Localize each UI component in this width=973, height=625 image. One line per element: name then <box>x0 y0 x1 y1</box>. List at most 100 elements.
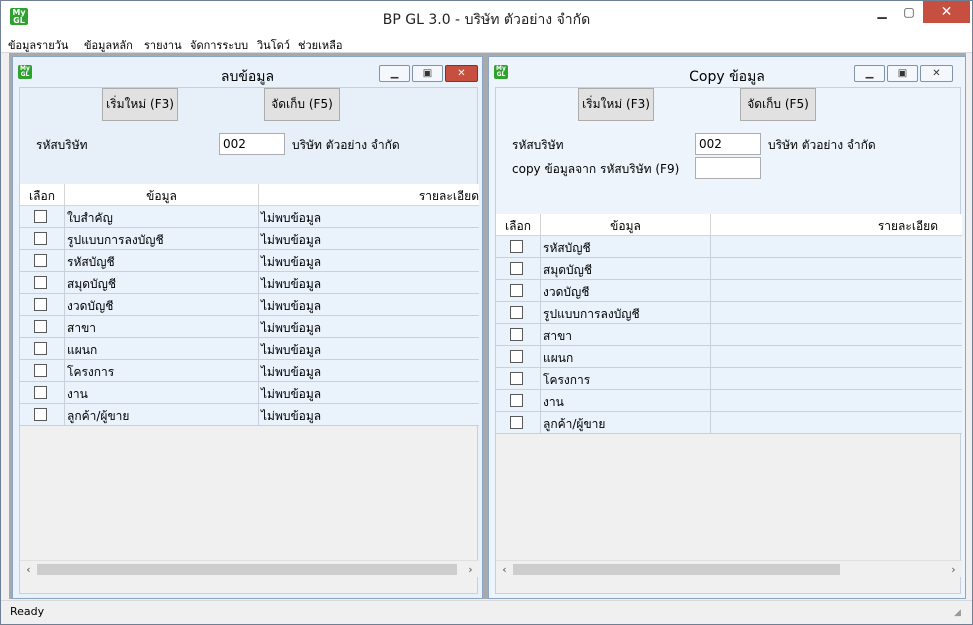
table-row[interactable]: งวดบัญชี <box>496 280 962 302</box>
table-row[interactable]: ใบสำคัญ ไม่พบข้อมูล <box>20 206 479 228</box>
menu-help[interactable]: ช่วยเหลือ <box>298 36 342 54</box>
row-checkbox[interactable] <box>510 394 523 407</box>
window-title: BP GL 3.0 - บริษัท ตัวอย่าง จำกัด <box>382 12 591 28</box>
child-minimize-button[interactable]: ▁ <box>854 65 885 82</box>
row-checkbox[interactable] <box>34 342 47 355</box>
table-row[interactable]: รหัสบัญชี <box>496 236 962 258</box>
scroll-thumb[interactable] <box>513 564 840 575</box>
minimize-icon: ▁ <box>877 5 887 19</box>
save-button[interactable]: จัดเก็บ (F5) <box>264 88 340 121</box>
scroll-thumb[interactable] <box>37 564 457 575</box>
row-checkbox[interactable] <box>34 320 47 333</box>
select-cell <box>496 368 541 390</box>
scroll-left-icon[interactable]: ‹ <box>496 561 513 578</box>
select-cell <box>20 404 65 426</box>
save-button[interactable]: จัดเก็บ (F5) <box>740 88 816 121</box>
data-name-cell: โครงการ <box>541 368 711 390</box>
table-row[interactable]: รูปแบบการลงบัญชี <box>496 302 962 324</box>
select-cell <box>20 316 65 338</box>
company-code-label: รหัสบริษัท <box>36 138 88 152</box>
row-checkbox[interactable] <box>510 240 523 253</box>
scroll-right-icon[interactable]: › <box>945 561 962 578</box>
child-maximize-button[interactable]: ▣ <box>887 65 918 82</box>
row-checkbox[interactable] <box>34 210 47 223</box>
copy-from-label: copy ข้อมูลจาก รหัสบริษัท (F9) <box>512 162 680 176</box>
menu-master[interactable]: ข้อมูลหลัก <box>84 36 133 54</box>
col-detail[interactable]: รายละเอียด <box>711 214 962 236</box>
data-name-cell: งาน <box>541 390 711 412</box>
row-checkbox[interactable] <box>510 328 523 341</box>
mdi-area: My GL ลบข้อมูล ▁ ▣ ✕ เริ่มใหม่ (F3) จัดเก… <box>9 53 966 599</box>
row-checkbox[interactable] <box>510 306 523 319</box>
select-cell <box>20 206 65 228</box>
close-icon: ✕ <box>457 68 466 79</box>
col-select[interactable]: เลือก <box>496 214 541 236</box>
select-cell <box>20 382 65 404</box>
child-close-button[interactable]: ✕ <box>445 65 478 82</box>
row-checkbox[interactable] <box>34 254 47 267</box>
company-code-input[interactable]: 002 <box>219 133 285 155</box>
col-data[interactable]: ข้อมูล <box>541 214 711 236</box>
row-checkbox[interactable] <box>34 232 47 245</box>
copy-window-content: เริ่มใหม่ (F3) จัดเก็บ (F5) รหัสบริษัท 0… <box>495 87 962 594</box>
detail-cell: ไม่พบข้อมูล <box>261 255 322 269</box>
table-row[interactable]: งาน ไม่พบข้อมูล <box>20 382 479 404</box>
table-row[interactable]: สาขา ไม่พบข้อมูล <box>20 316 479 338</box>
table-row[interactable]: สมุดบัญชี ไม่พบข้อมูล <box>20 272 479 294</box>
maximize-icon: ▣ <box>422 68 433 79</box>
table-row[interactable]: สมุดบัญชี <box>496 258 962 280</box>
maximize-button[interactable]: ▢ <box>894 1 924 23</box>
row-checkbox[interactable] <box>34 408 47 421</box>
row-checkbox[interactable] <box>34 276 47 289</box>
delete-window-content: เริ่มใหม่ (F3) จัดเก็บ (F5) รหัสบริษัท 0… <box>19 87 479 594</box>
scroll-right-icon[interactable]: › <box>462 561 479 578</box>
child-maximize-button[interactable]: ▣ <box>412 65 443 82</box>
row-checkbox[interactable] <box>510 416 523 429</box>
copy-window-titlebar: My GL Copy ข้อมูล ▁ ▣ ✕ <box>489 57 965 87</box>
table-row[interactable]: ลูกค้า/ผู้ขาย ไม่พบข้อมูล <box>20 404 479 426</box>
table-row[interactable]: งวดบัญชี ไม่พบข้อมูล <box>20 294 479 316</box>
row-checkbox[interactable] <box>510 372 523 385</box>
row-checkbox[interactable] <box>510 284 523 297</box>
horizontal-scrollbar[interactable]: ‹ › <box>496 560 962 577</box>
company-name-label: บริษัท ตัวอย่าง จำกัด <box>292 138 400 152</box>
minimize-button[interactable]: ▁ <box>867 1 897 23</box>
table-row[interactable]: โครงการ <box>496 368 962 390</box>
close-button[interactable]: ✕ <box>923 1 970 23</box>
new-button[interactable]: เริ่มใหม่ (F3) <box>102 88 178 121</box>
child-minimize-button[interactable]: ▁ <box>379 65 410 82</box>
table-row[interactable]: งาน <box>496 390 962 412</box>
row-checkbox[interactable] <box>34 298 47 311</box>
menu-window[interactable]: วินโดว์ <box>257 36 290 54</box>
data-name-cell: ใบสำคัญ <box>65 206 259 228</box>
col-select[interactable]: เลือก <box>20 184 65 206</box>
table-row[interactable]: ลูกค้า/ผู้ขาย <box>496 412 962 434</box>
menu-system[interactable]: จัดการระบบ <box>190 36 248 54</box>
table-row[interactable]: รูปแบบการลงบัญชี ไม่พบข้อมูล <box>20 228 479 250</box>
data-name-cell: งาน <box>65 382 259 404</box>
row-checkbox[interactable] <box>34 386 47 399</box>
table-row[interactable]: แผนก ไม่พบข้อมูล <box>20 338 479 360</box>
horizontal-scrollbar[interactable]: ‹ › <box>20 560 479 577</box>
resize-grip-icon[interactable]: ◢ <box>954 608 966 620</box>
col-detail[interactable]: รายละเอียด <box>259 184 479 206</box>
row-checkbox[interactable] <box>34 364 47 377</box>
child-close-button[interactable]: ✕ <box>920 65 953 82</box>
row-checkbox[interactable] <box>510 350 523 363</box>
data-name-cell: รูปแบบการลงบัญชี <box>541 302 711 324</box>
detail-cell: ไม่พบข้อมูล <box>261 409 322 423</box>
company-code-input[interactable]: 002 <box>695 133 761 155</box>
menu-daily[interactable]: ข้อมูลรายวัน <box>8 36 68 54</box>
table-row[interactable]: รหัสบัญชี ไม่พบข้อมูล <box>20 250 479 272</box>
select-cell <box>20 360 65 382</box>
col-data[interactable]: ข้อมูล <box>65 184 259 206</box>
copy-from-company-input[interactable] <box>695 157 761 179</box>
table-row[interactable]: โครงการ ไม่พบข้อมูล <box>20 360 479 382</box>
table-row[interactable]: สาขา <box>496 324 962 346</box>
detail-cell <box>711 346 962 368</box>
new-button[interactable]: เริ่มใหม่ (F3) <box>578 88 654 121</box>
scroll-left-icon[interactable]: ‹ <box>20 561 37 578</box>
row-checkbox[interactable] <box>510 262 523 275</box>
table-row[interactable]: แผนก <box>496 346 962 368</box>
menu-report[interactable]: รายงาน <box>144 36 182 54</box>
